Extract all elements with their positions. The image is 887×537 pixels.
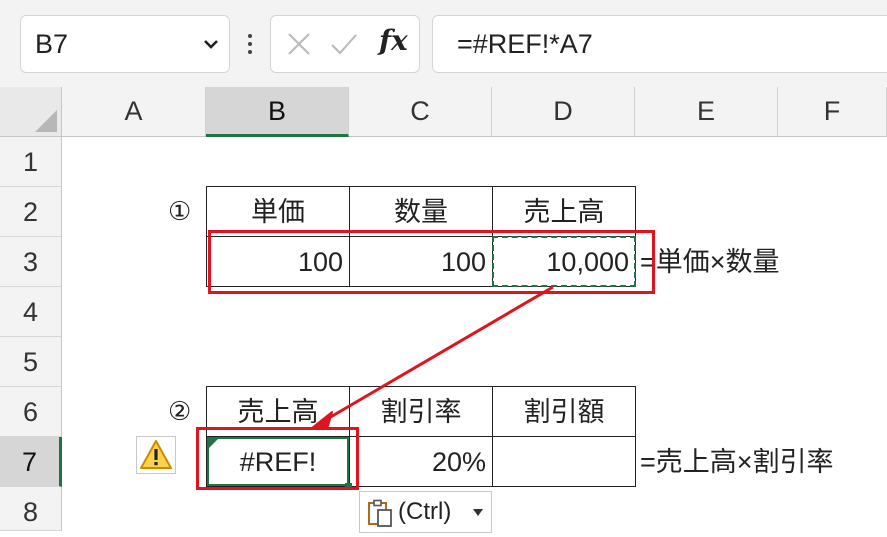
reference-arrow xyxy=(311,285,554,429)
paste-options-label: (Ctrl) xyxy=(398,498,452,525)
paste-options-button[interactable]: (Ctrl) xyxy=(359,491,492,533)
dropdown-arrow-icon xyxy=(473,509,483,516)
paste-icon xyxy=(368,499,392,527)
